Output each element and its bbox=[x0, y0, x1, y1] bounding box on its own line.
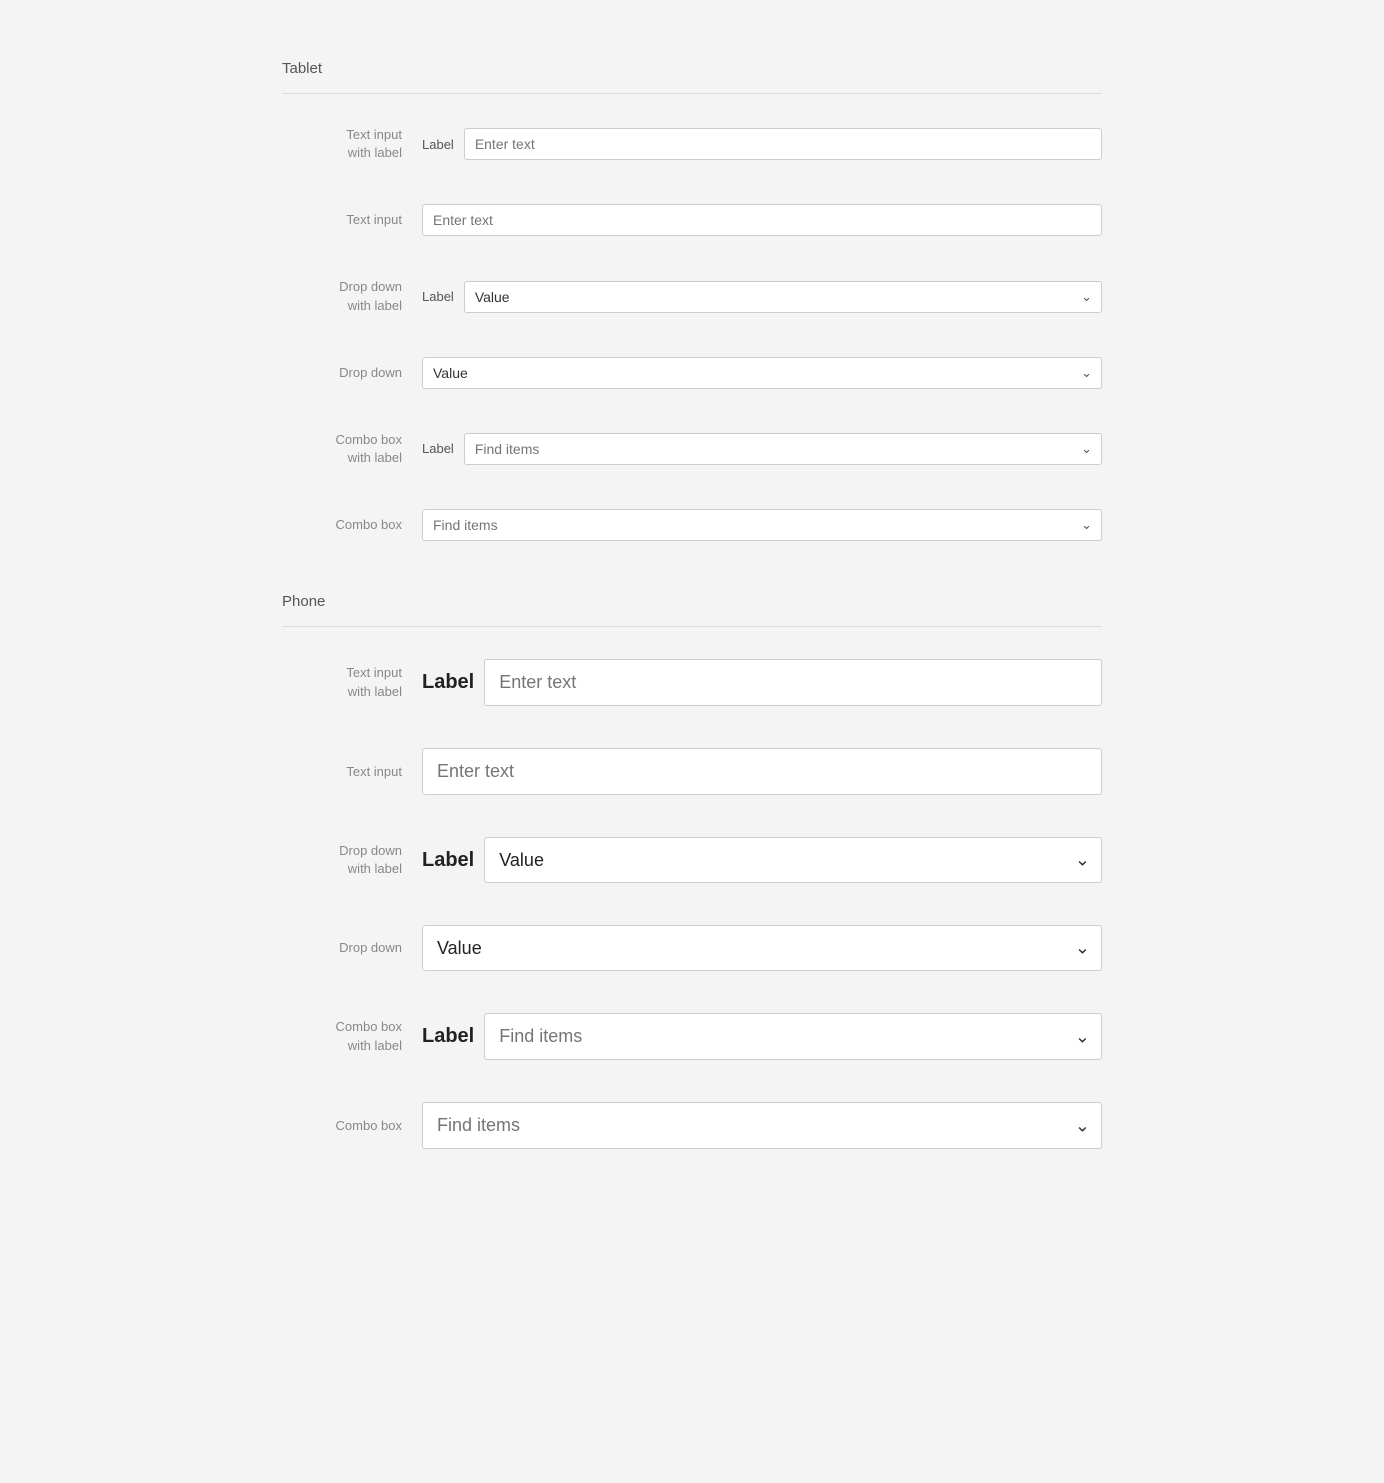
phone-combo-with-label-row: Combo boxwith label Label ⌄ bbox=[282, 1001, 1102, 1072]
tablet-combo-with-label-content: Label ⌄ bbox=[422, 433, 1102, 465]
tablet-dropdown-wrapper: Value ⌄ bbox=[422, 357, 1102, 389]
tablet-section-title: Tablet bbox=[282, 60, 1102, 77]
phone-dropdown-select[interactable]: Value bbox=[422, 925, 1102, 971]
phone-combo-with-label-row-label: Combo boxwith label bbox=[282, 1018, 422, 1054]
tablet-combo-row-label: Combo box bbox=[282, 516, 422, 534]
phone-dropdown-with-label-row: Drop downwith label Label Value ⌄ bbox=[282, 825, 1102, 895]
tablet-text-input-row-label: Text input bbox=[282, 211, 422, 229]
tablet-dropdown-row-label: Drop down bbox=[282, 364, 422, 382]
phone-section-title: Phone bbox=[282, 593, 1102, 610]
tablet-text-input-row: Text input bbox=[282, 192, 1102, 248]
phone-combo-wrapper: ⌄ bbox=[422, 1102, 1102, 1149]
phone-text-input-row: Text input bbox=[282, 736, 1102, 807]
phone-combo-with-label-content: Label ⌄ bbox=[422, 1013, 1102, 1060]
tablet-combo-wrapper: ⌄ bbox=[422, 509, 1102, 541]
tablet-combo-content: ⌄ bbox=[422, 509, 1102, 541]
phone-text-input-with-label-field[interactable] bbox=[484, 659, 1102, 706]
phone-combo-label: Label bbox=[422, 1025, 474, 1048]
tablet-combo-with-label-input[interactable] bbox=[464, 433, 1102, 465]
phone-dropdown-with-label-select[interactable]: Value bbox=[484, 837, 1102, 883]
tablet-combo-with-label-row: Combo boxwith label Label ⌄ bbox=[282, 419, 1102, 479]
tablet-dropdown-row: Drop down Value ⌄ bbox=[282, 345, 1102, 401]
phone-text-input-content bbox=[422, 748, 1102, 795]
tablet-dropdown-label: Label bbox=[422, 289, 454, 304]
phone-text-input-label: Label bbox=[422, 671, 474, 694]
phone-text-input-with-label-row: Text inputwith label Label bbox=[282, 647, 1102, 718]
tablet-text-input-field[interactable] bbox=[422, 204, 1102, 236]
phone-combo-row: Combo box ⌄ bbox=[282, 1090, 1102, 1161]
tablet-text-input-label: Label bbox=[422, 137, 454, 152]
tablet-dropdown-with-label-row-label: Drop downwith label bbox=[282, 278, 422, 314]
phone-dropdown-with-label-content: Label Value ⌄ bbox=[422, 837, 1102, 883]
phone-combo-with-label-wrapper: ⌄ bbox=[484, 1013, 1102, 1060]
tablet-combo-label: Label bbox=[422, 441, 454, 456]
phone-text-input-field[interactable] bbox=[422, 748, 1102, 795]
tablet-text-input-with-label-row: Text inputwith label Label bbox=[282, 114, 1102, 174]
phone-dropdown-with-label-row-label: Drop downwith label bbox=[282, 842, 422, 878]
phone-dropdown-row: Drop down Value ⌄ bbox=[282, 913, 1102, 983]
phone-dropdown-wrapper: Value ⌄ bbox=[422, 925, 1102, 971]
phone-text-input-with-label-row-label: Text inputwith label bbox=[282, 664, 422, 700]
tablet-combo-with-label-row-label: Combo boxwith label bbox=[282, 431, 422, 467]
phone-combo-row-label: Combo box bbox=[282, 1117, 422, 1135]
phone-dropdown-content: Value ⌄ bbox=[422, 925, 1102, 971]
phone-dropdown-label: Label bbox=[422, 849, 474, 872]
phone-combo-input[interactable] bbox=[422, 1102, 1102, 1149]
tablet-text-input-with-label-row-label: Text inputwith label bbox=[282, 126, 422, 162]
tablet-dropdown-select[interactable]: Value bbox=[422, 357, 1102, 389]
tablet-dropdown-with-label-wrapper: Value ⌄ bbox=[464, 281, 1102, 313]
phone-text-input-row-label: Text input bbox=[282, 763, 422, 781]
phone-text-input-with-label-content: Label bbox=[422, 659, 1102, 706]
phone-combo-content: ⌄ bbox=[422, 1102, 1102, 1149]
tablet-combo-input[interactable] bbox=[422, 509, 1102, 541]
tablet-combo-with-label-wrapper: ⌄ bbox=[464, 433, 1102, 465]
tablet-dropdown-with-label-row: Drop downwith label Label Value ⌄ bbox=[282, 266, 1102, 326]
tablet-dropdown-content: Value ⌄ bbox=[422, 357, 1102, 389]
tablet-text-input-with-label-field[interactable] bbox=[464, 128, 1102, 160]
tablet-text-input-content bbox=[422, 204, 1102, 236]
phone-combo-with-label-input[interactable] bbox=[484, 1013, 1102, 1060]
phone-dropdown-with-label-wrapper: Value ⌄ bbox=[484, 837, 1102, 883]
tablet-dropdown-with-label-select[interactable]: Value bbox=[464, 281, 1102, 313]
tablet-dropdown-with-label-content: Label Value ⌄ bbox=[422, 281, 1102, 313]
phone-dropdown-row-label: Drop down bbox=[282, 939, 422, 957]
tablet-text-input-with-label-content: Label bbox=[422, 128, 1102, 160]
tablet-combo-row: Combo box ⌄ bbox=[282, 497, 1102, 553]
